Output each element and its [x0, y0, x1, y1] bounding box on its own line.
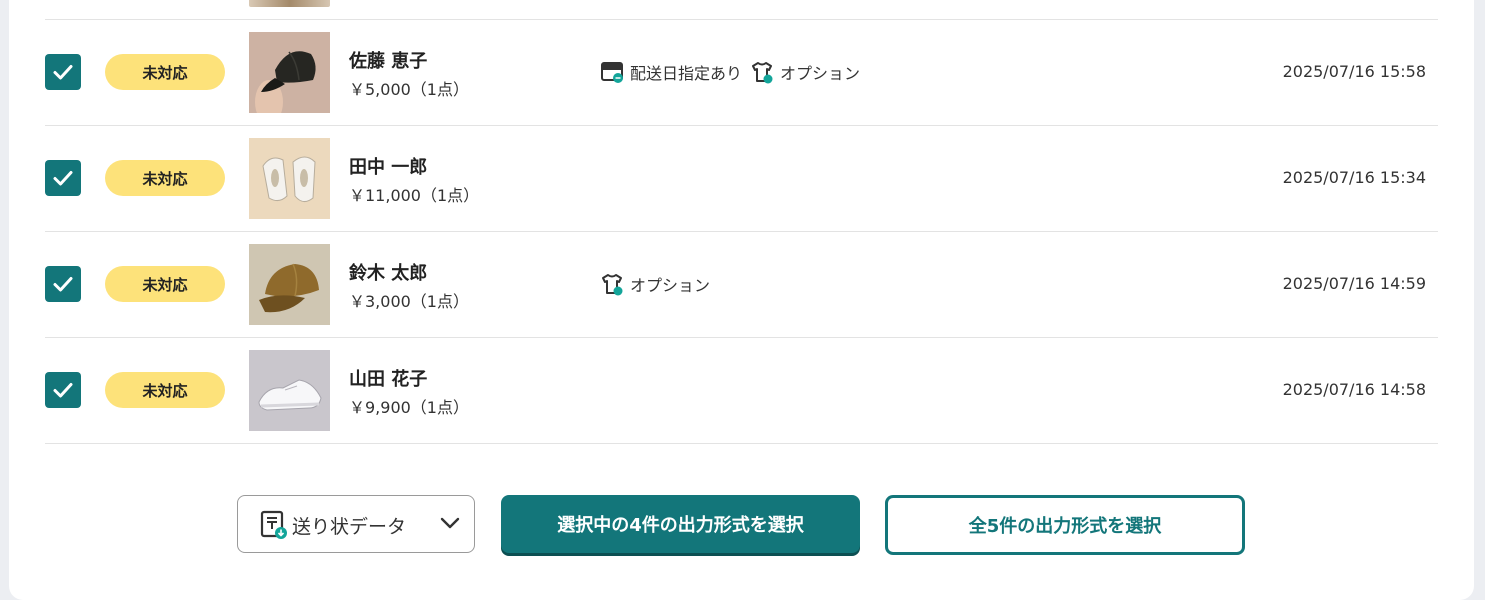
status-badge: 未対応 [105, 266, 225, 302]
row-checkbox[interactable] [45, 54, 81, 90]
product-thumbnail[interactable] [249, 350, 330, 431]
order-price: ￥5,000（1点） [349, 80, 469, 99]
order-datetime: 2025/07/16 15:58 [1282, 62, 1426, 81]
export-selected-button[interactable]: 選択中の4件の出力形式を選択 [501, 495, 860, 553]
export-format-select[interactable]: 送り状データ [237, 495, 475, 553]
order-datetime: 2025/07/16 14:59 [1282, 274, 1426, 293]
order-price: ￥9,900（1点） [349, 398, 469, 417]
status-badge: 未対応 [105, 160, 225, 196]
document-download-icon [260, 510, 287, 539]
status-badge: 未対応 [105, 54, 225, 90]
product-thumbnail[interactable] [249, 138, 330, 219]
export-footer: 送り状データ 選択中の4件の出力形式を選択 全5件の出力形式を選択 [0, 495, 1485, 555]
delivery-date-tag: 配送日指定あり [600, 60, 742, 84]
order-price: ￥3,000（1点） [349, 292, 469, 311]
order-datetime: 2025/07/16 15:34 [1282, 168, 1426, 187]
tag-label: オプション [630, 276, 711, 295]
option-tag: オプション [750, 60, 860, 84]
option-shirt-icon [602, 274, 623, 296]
export-format-value: 送り状データ [292, 516, 407, 538]
check-icon [53, 383, 73, 398]
order-row[interactable]: 未対応 鈴木 太郎 ￥3,000（1点） オプション 2025/07/16 14… [45, 232, 1438, 338]
order-row[interactable]: 未対応 田中 一郎 ￥11,000（1点） 2025/07/16 15:34 [45, 126, 1438, 232]
check-icon [53, 171, 73, 186]
order-row[interactable]: 未対応 佐藤 恵子 ￥5,000（1点） 配送日指定あり オプション 2025/… [45, 20, 1438, 126]
check-icon [53, 65, 73, 80]
option-shirt-icon [752, 62, 773, 84]
order-price: ￥11,000（1点） [349, 186, 480, 205]
chevron-down-icon [440, 517, 460, 529]
tag-label: 配送日指定あり [630, 64, 743, 83]
product-thumbnail [249, 0, 330, 7]
product-thumbnail[interactable] [249, 244, 330, 325]
customer-name[interactable]: 山田 花子 [349, 365, 427, 391]
order-row-partial [45, 0, 1438, 20]
row-checkbox[interactable] [45, 372, 81, 408]
tag-label: オプション [780, 64, 861, 83]
row-checkbox[interactable] [45, 160, 81, 196]
order-datetime: 2025/07/16 14:58 [1282, 380, 1426, 399]
product-thumbnail[interactable] [249, 32, 330, 113]
order-tags: 配送日指定あり オプション [600, 60, 868, 84]
order-row[interactable]: 未対応 山田 花子 ￥9,900（1点） 2025/07/16 14:58 [45, 338, 1438, 444]
row-checkbox[interactable] [45, 266, 81, 302]
option-tag: オプション [600, 272, 710, 296]
customer-name[interactable]: 田中 一郎 [349, 153, 427, 179]
check-icon [53, 277, 73, 292]
status-badge: 未対応 [105, 372, 225, 408]
order-tags: オプション [600, 272, 718, 296]
export-all-button[interactable]: 全5件の出力形式を選択 [885, 495, 1245, 555]
customer-name[interactable]: 鈴木 太郎 [349, 259, 427, 285]
delivery-date-icon [601, 62, 623, 83]
customer-name[interactable]: 佐藤 恵子 [349, 47, 427, 73]
